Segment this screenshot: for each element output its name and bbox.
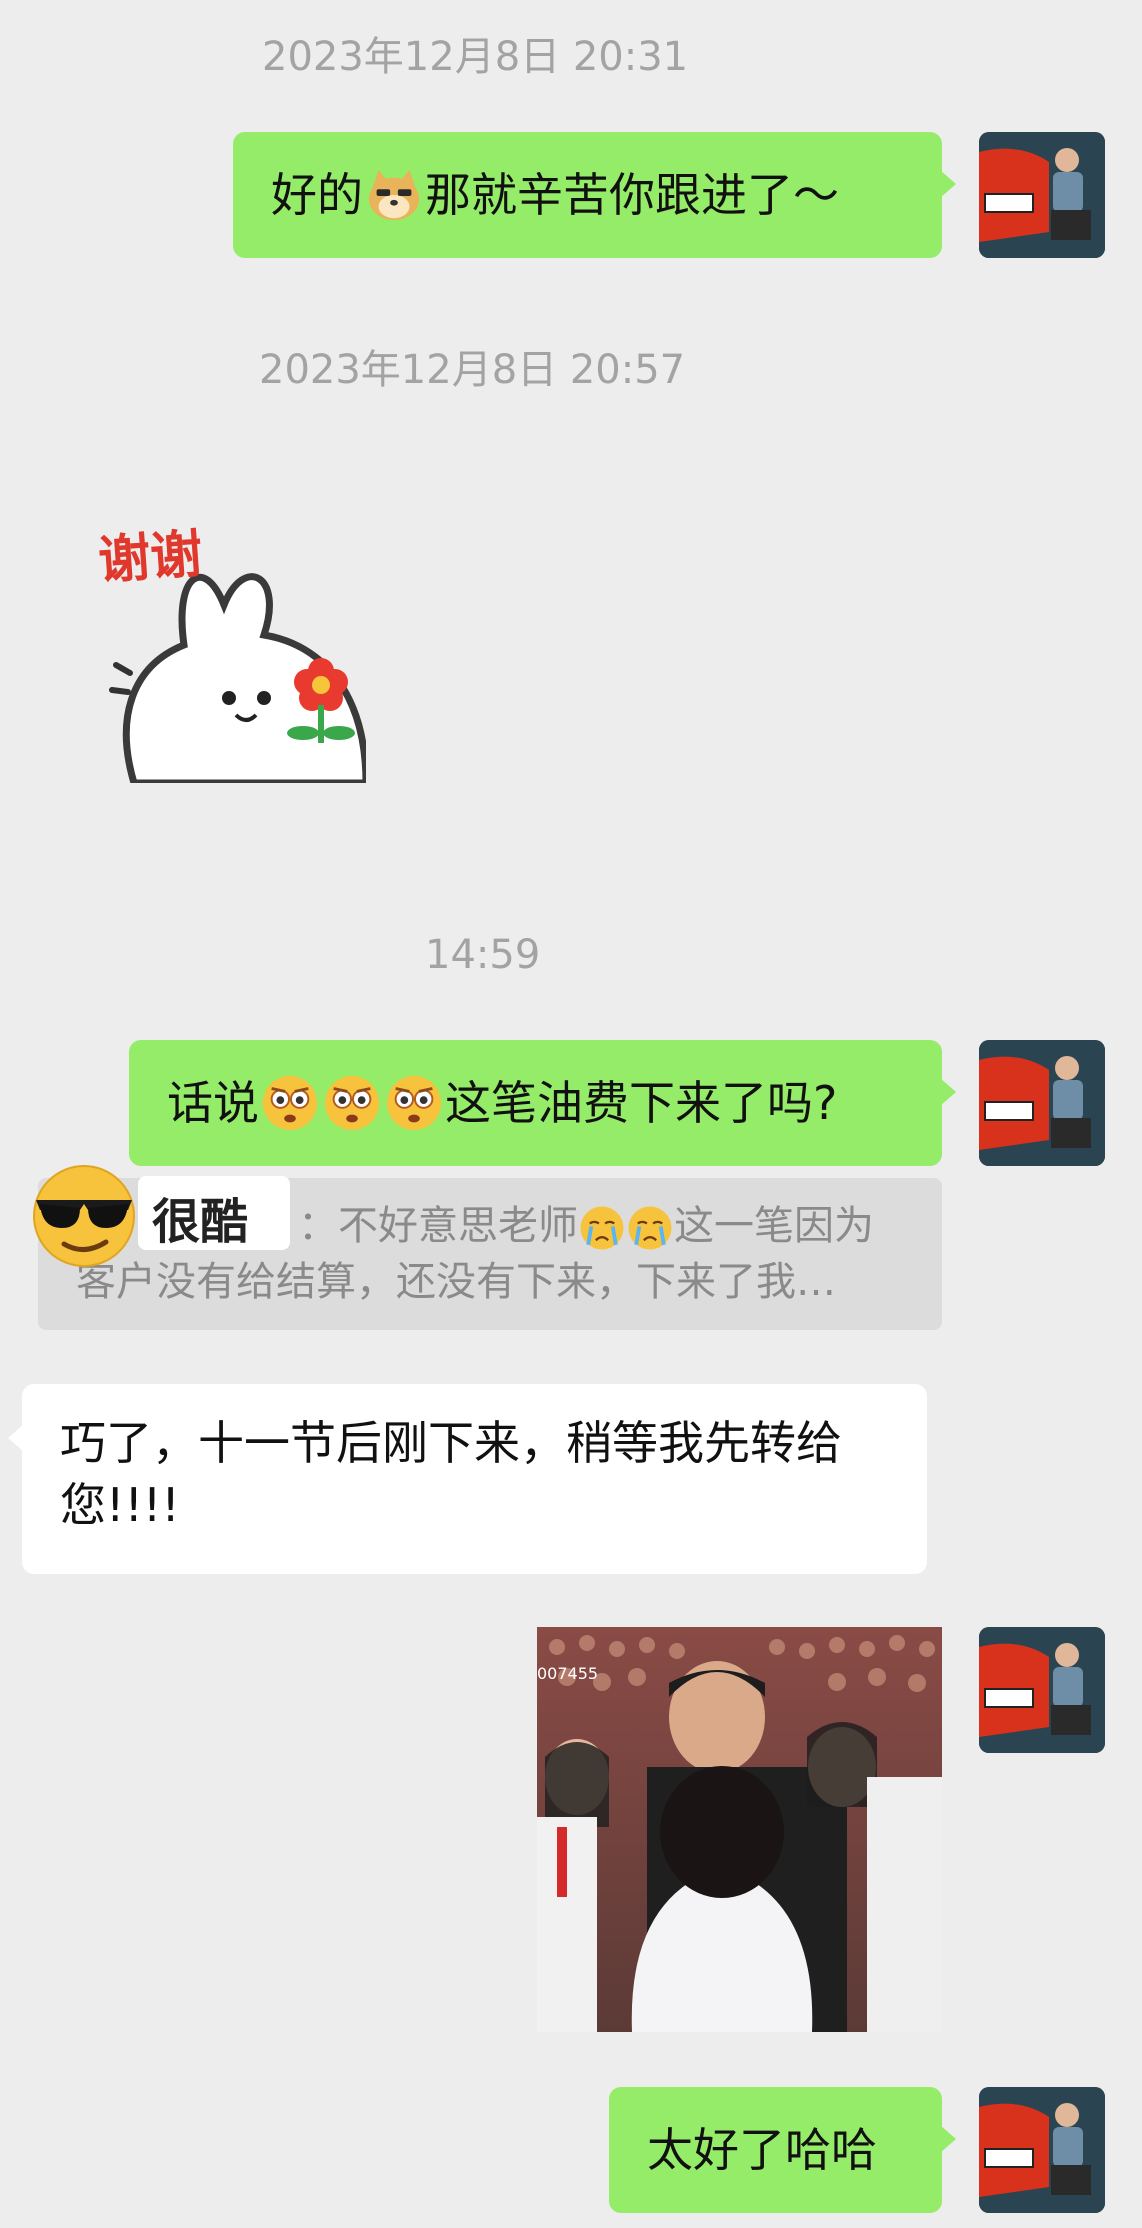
overlay-label: 很酷 — [152, 1194, 249, 1250]
message-text: 巧了，十一节后刚下来，稍等我先转给您!!!! — [60, 1416, 842, 1532]
doge-emoji-icon — [368, 169, 420, 221]
crying-face-emoji-icon — [580, 1206, 624, 1250]
timestamp: 2023年12月8日 20:57 — [259, 347, 686, 393]
my-message-bubble[interactable]: 太好了哈哈 — [609, 2087, 956, 2213]
my-avatar[interactable] — [979, 1627, 1105, 1753]
sunglasses-emoji-icon — [33, 1165, 135, 1267]
message-text: 这笔油费下来了吗? — [445, 1076, 838, 1130]
message-text: 太好了哈哈 — [647, 2123, 877, 2177]
message-text: 那就辛苦你跟进了～ — [425, 168, 839, 222]
my-avatar[interactable] — [979, 1040, 1105, 1166]
bunny-thanks-sticker[interactable]: 谢谢 — [94, 515, 370, 787]
my-avatar[interactable] — [979, 2087, 1105, 2213]
their-message-bubble[interactable]: 巧了，十一节后刚下来，稍等我先转给您!!!! — [8, 1384, 927, 1574]
crying-face-emoji-icon — [628, 1206, 672, 1250]
my-message-bubble[interactable]: 好的 那就辛苦你跟进了～ — [233, 132, 956, 258]
my-avatar[interactable] — [979, 132, 1105, 258]
message-text: 话说 — [167, 1076, 259, 1130]
photo-watermark: 007455 — [537, 1664, 598, 1683]
sticker-caption: 谢谢 — [96, 524, 205, 592]
overlay-label-box: 很酷 — [138, 1176, 290, 1250]
message-text: 好的 — [271, 168, 363, 222]
quote-text: ：不好意思老师 — [298, 1203, 578, 1249]
quote-text: 这一笔因为 — [674, 1203, 874, 1249]
quote-text: 客户没有给结算，还没有下来，下来了我… — [76, 1259, 836, 1305]
shocked-face-emoji-icon — [324, 1075, 380, 1131]
shocked-face-emoji-icon — [262, 1075, 318, 1131]
timestamp: 14:59 — [425, 932, 541, 978]
timestamp: 2023年12月8日 20:31 — [262, 34, 689, 80]
shocked-face-emoji-icon — [386, 1075, 442, 1131]
shared-photo[interactable]: 007455 — [537, 1627, 942, 2032]
my-message-bubble[interactable]: 话说 这笔油费下来了吗? — [129, 1040, 956, 1166]
